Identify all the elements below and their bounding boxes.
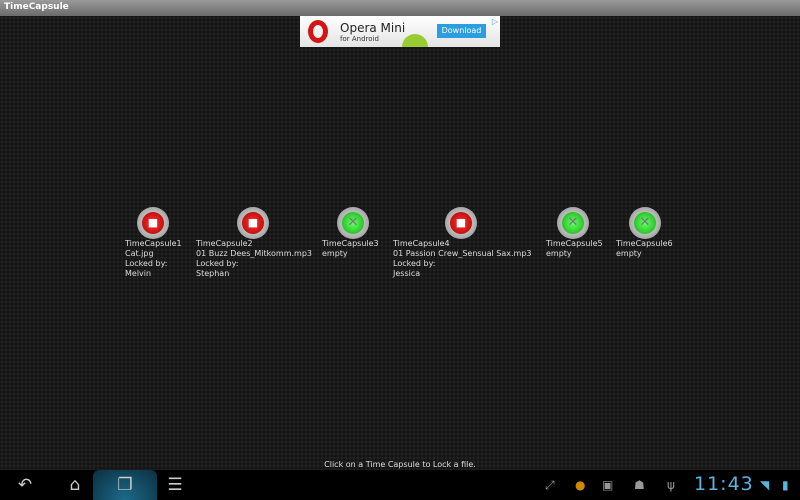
capsule-locked-label: Locked by: [125,259,168,268]
capsule-label: TimeCapsule4 01 Passion Crew_Sensual Sax.… [393,239,532,279]
wifi-icon: ◥ [760,478,770,492]
android-debug-icon: ☗ [634,478,645,492]
capsule-label: TimeCapsule5 empty [546,239,603,259]
capsule-file: Cat.jpg [125,249,154,258]
screenshot-icon[interactable]: ▣ [602,478,613,492]
capsule-name: TimeCapsule1 [125,239,182,248]
capsule-label: TimeCapsule6 empty [616,239,673,259]
usb-icon: ψ [667,478,675,492]
fullscreen-icon[interactable]: ⤢ [545,478,555,493]
app-title: TimeCapsule [4,2,69,12]
unlocked-capsule-icon[interactable]: ✕ [629,207,661,239]
capsule-label: TimeCapsule3 empty [322,239,379,259]
capsule-user: Jessica [393,269,421,278]
clock[interactable]: 11:43 [694,473,754,495]
capsule-locked-label: Locked by: [393,259,436,268]
ad-download-button[interactable]: Download [437,24,486,38]
ad-banner[interactable]: Opera Mini for Android Download ▷ [300,16,500,47]
capsule-name: TimeCapsule3 [322,239,379,248]
back-button[interactable]: ↶ [5,470,45,500]
system-navbar: ↶ ⌂ ❐ ☰ ⤢ ● ▣ ☗ ψ 11:43 ◥ ▮ [0,470,800,500]
capsule-name: TimeCapsule2 [196,239,253,248]
capsule-label: TimeCapsule2 01 Buzz Dees_Mitkomm.mp3 Lock… [196,239,312,279]
lock-icon[interactable]: ■ [137,207,169,239]
capsule-name: TimeCapsule4 [393,239,450,248]
lock-icon[interactable]: ■ [237,207,269,239]
recent-apps-button[interactable]: ❐ [93,470,157,500]
capsule-name: TimeCapsule5 [546,239,603,248]
battery-icon: ▮ [782,478,789,492]
android-icon [402,34,428,47]
opera-logo-icon [308,20,328,43]
capsule-file: 01 Buzz Dees_Mitkomm.mp3 [196,249,312,258]
capsule-user: Stephan [196,269,230,278]
capsule-user: Melvin [125,269,152,278]
capsule-file: empty [546,249,572,258]
ad-subtitle: for Android [340,35,379,43]
capsule-file: 01 Passion Crew_Sensual Sax.mp3 [393,249,532,258]
unlocked-capsule-icon[interactable]: ✕ [337,207,369,239]
menu-button[interactable]: ☰ [155,470,195,500]
ad-title: Opera Mini [340,21,406,35]
title-bar: TimeCapsule [0,0,800,16]
adchoices-icon[interactable]: ▷ [492,17,498,26]
capsule-name: TimeCapsule6 [616,239,673,248]
home-button[interactable]: ⌂ [55,470,95,500]
status-message: Click on a Time Capsule to Lock a file. [324,460,476,469]
capsule-file: empty [616,249,642,258]
unlocked-capsule-icon[interactable]: ✕ [557,207,589,239]
capsule-file: empty [322,249,348,258]
capsule-label: TimeCapsule1 Cat.jpg Locked by: Melvin [125,239,182,279]
notification-icon[interactable]: ● [575,478,585,492]
capsule-locked-label: Locked by: [196,259,239,268]
lock-icon[interactable]: ■ [445,207,477,239]
